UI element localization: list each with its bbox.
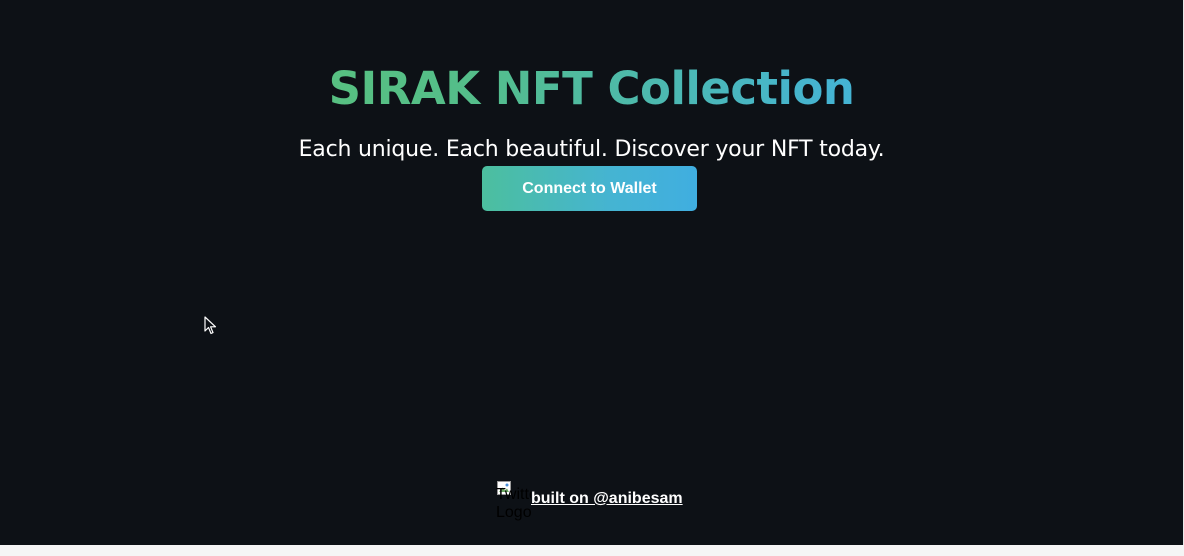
- mouse-pointer-icon: [204, 316, 217, 335]
- connect-wallet-button[interactable]: Connect to Wallet: [482, 166, 697, 211]
- twitter-logo-image: Twitter Logo: [496, 480, 531, 528]
- built-on-link[interactable]: built on @anibesam: [531, 489, 683, 509]
- app-container: SIRAK NFT Collection Each unique. Each b…: [0, 0, 1183, 545]
- twitter-logo-alt-text: Twitter Logo: [496, 486, 531, 521]
- page-title: SIRAK NFT Collection: [0, 60, 1183, 118]
- page-subtitle: Each unique. Each beautiful. Discover yo…: [298, 137, 885, 162]
- footer: Twitter Logo built on @anibesam: [496, 480, 716, 530]
